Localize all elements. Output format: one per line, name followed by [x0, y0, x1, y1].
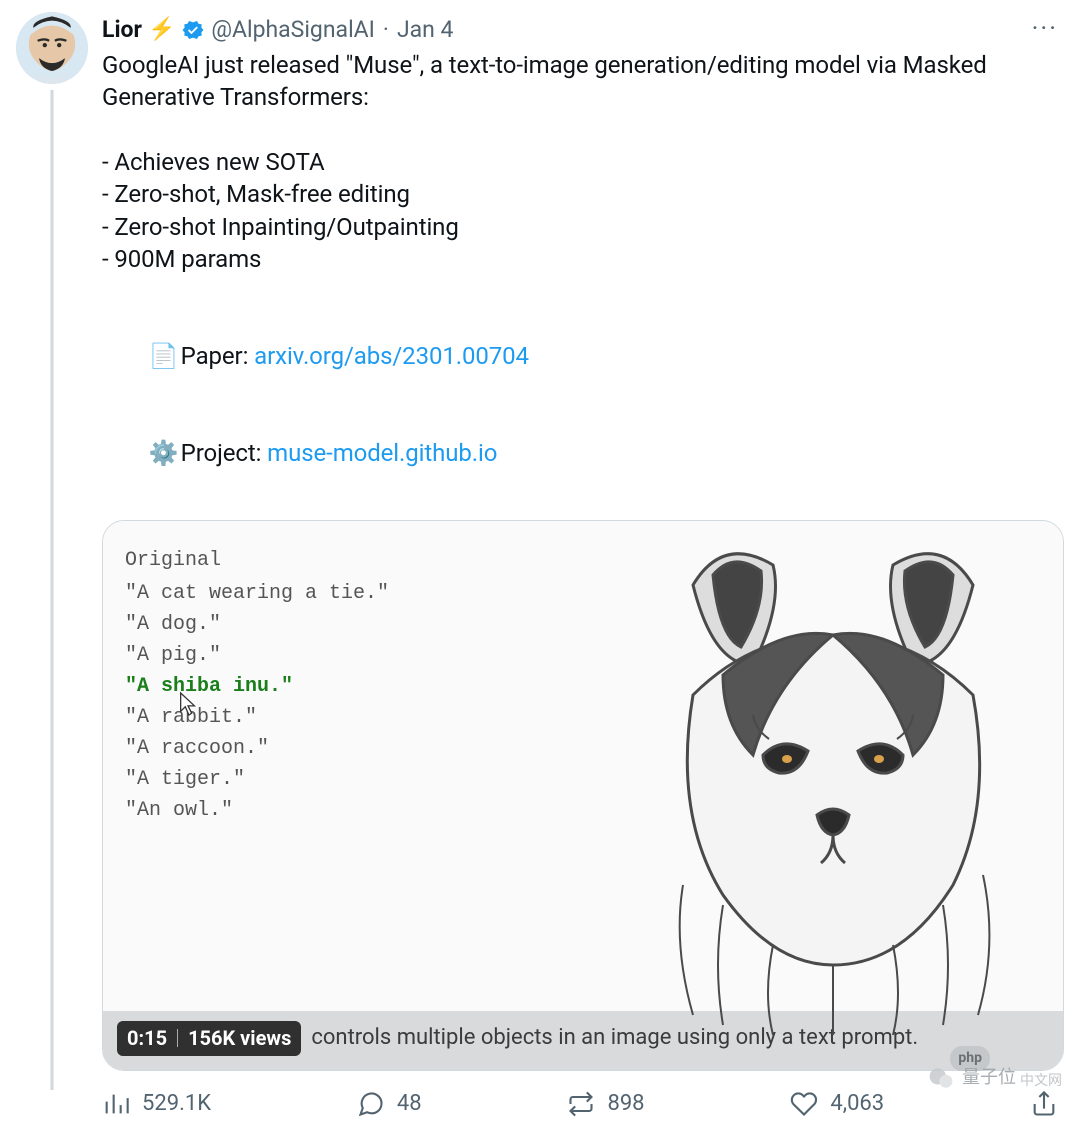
media-card[interactable]: Original "A cat wearing a tie." "A dog." "…	[102, 520, 1064, 1071]
bolt-icon: ⚡	[148, 19, 175, 41]
media-main: Original "A cat wearing a tie." "A dog." "…	[103, 521, 1063, 1011]
project-link[interactable]: muse-model.github.io	[267, 439, 497, 467]
tweet-actions: 529.1K 48 898 4,063	[102, 1089, 1064, 1119]
generated-image	[409, 521, 1063, 1011]
reply-count: 48	[397, 1089, 422, 1119]
cursor-icon	[177, 691, 199, 717]
share-action[interactable]	[1030, 1090, 1058, 1118]
views-count: 529.1K	[142, 1089, 211, 1119]
more-button[interactable]: ···	[1026, 12, 1064, 47]
thread-line	[51, 90, 54, 1090]
prompt-head: Original	[125, 547, 389, 574]
verified-badge-icon	[181, 18, 205, 42]
prompt-line[interactable]: "An owl."	[125, 797, 389, 824]
body-paragraph: GoogleAI just released "Muse", a text-to…	[102, 49, 1064, 114]
body-bullet: - Zero-shot, Mask-free editing	[102, 178, 1064, 210]
tweet-header: Lior ⚡ @AlphaSignalAI · Jan 4 ···	[102, 12, 1064, 47]
body-bullet: - 900M params	[102, 243, 1064, 275]
like-action[interactable]: 4,063	[790, 1089, 884, 1119]
heart-icon	[790, 1090, 818, 1118]
video-views: 156K views	[188, 1025, 291, 1052]
tweet: Lior ⚡ @AlphaSignalAI · Jan 4 ··· Google…	[16, 12, 1064, 1118]
tweet-content: Lior ⚡ @AlphaSignalAI · Jan 4 ··· Google…	[102, 12, 1064, 1118]
body-bullet: - Achieves new SOTA	[102, 146, 1064, 178]
project-label: Project:	[175, 439, 267, 467]
video-time: 0:15	[127, 1025, 167, 1052]
video-pill: 0:15 156K views	[117, 1021, 301, 1056]
wechat-icon	[928, 1065, 954, 1091]
like-count: 4,063	[830, 1089, 884, 1119]
prompt-list: Original "A cat wearing a tie." "A dog." "…	[103, 521, 409, 1011]
views-icon	[102, 1090, 130, 1118]
retweet-action[interactable]: 898	[567, 1089, 644, 1119]
watermark-cn: 中文网	[1020, 1072, 1062, 1091]
handle[interactable]: @AlphaSignalAI	[211, 14, 375, 45]
display-name[interactable]: Lior	[102, 14, 142, 45]
pill-separator	[177, 1029, 178, 1047]
gear-icon: ⚙️	[149, 437, 175, 469]
paper-line: 📄 Paper: arxiv.org/abs/2301.00704	[102, 307, 1064, 404]
views-action[interactable]: 529.1K	[102, 1089, 211, 1119]
project-line: ⚙️ Project: muse-model.github.io	[102, 405, 1064, 502]
reply-icon	[357, 1090, 385, 1118]
share-icon	[1030, 1090, 1058, 1118]
avatar[interactable]	[16, 12, 88, 84]
prompt-line[interactable]: "A dog."	[125, 611, 389, 638]
prompt-line[interactable]: "A rabbit."	[125, 704, 389, 731]
reply-action[interactable]: 48	[357, 1089, 422, 1119]
separator-dot: ·	[381, 14, 391, 45]
prompt-line[interactable]: "A tiger."	[125, 766, 389, 793]
prompt-line[interactable]: "A raccoon."	[125, 735, 389, 762]
retweet-icon	[567, 1090, 595, 1118]
page-icon: 📄	[149, 340, 175, 372]
paper-label: Paper:	[175, 342, 254, 370]
watermark: 量子位 中文网	[928, 1065, 1062, 1091]
avatar-column	[16, 12, 88, 1118]
tweet-body: GoogleAI just released "Muse", a text-to…	[102, 49, 1064, 502]
body-bullet: - Zero-shot Inpainting/Outpainting	[102, 211, 1064, 243]
prompt-line[interactable]: "A shiba inu."	[125, 673, 389, 700]
tweet-date[interactable]: Jan 4	[397, 14, 454, 45]
watermark-text: 量子位	[962, 1066, 1016, 1090]
paper-link[interactable]: arxiv.org/abs/2301.00704	[254, 342, 529, 370]
prompt-line[interactable]: "A cat wearing a tie."	[125, 580, 389, 607]
retweet-count: 898	[607, 1089, 644, 1119]
prompt-line[interactable]: "A pig."	[125, 642, 389, 669]
